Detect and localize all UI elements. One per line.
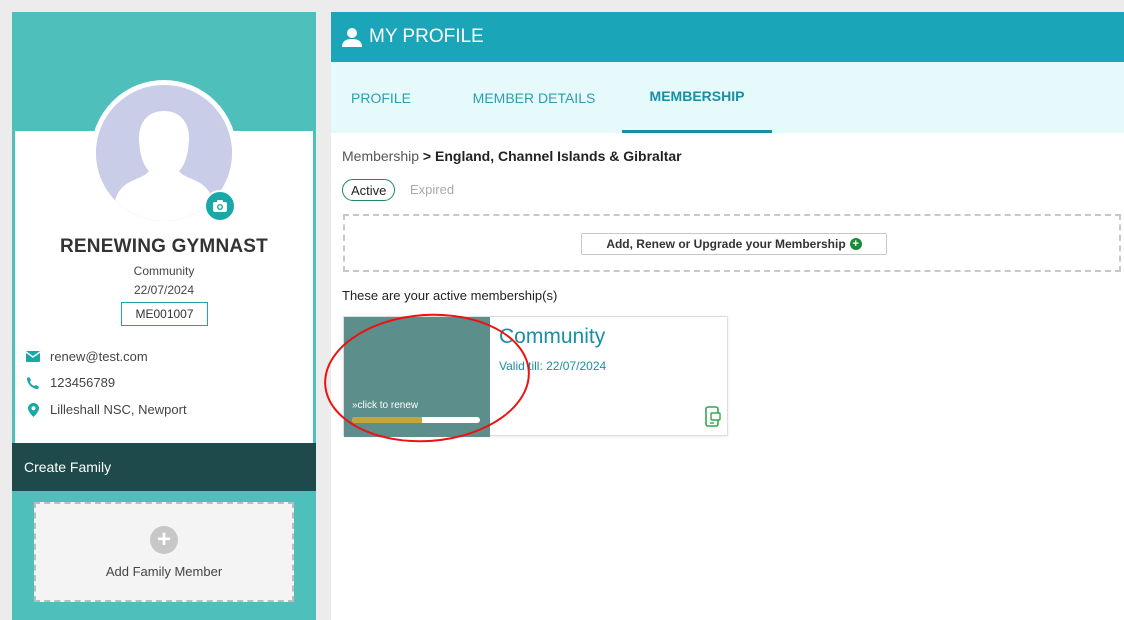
filter-expired[interactable]: Expired	[410, 182, 454, 197]
tab-bar: PROFILE MEMBER DETAILS MEMBERSHIP	[331, 62, 1124, 133]
camera-icon[interactable]	[204, 190, 236, 222]
active-memberships-text: These are your active membership(s)	[342, 288, 558, 303]
phone-icon	[26, 376, 40, 390]
tab-membership[interactable]: MEMBERSHIP	[622, 62, 772, 133]
membership-type: Community	[133, 264, 195, 278]
add-family-member-button[interactable]: + Add Family Member	[34, 502, 294, 602]
location-icon	[26, 402, 40, 417]
plus-circle-icon: +	[849, 238, 862, 250]
phone-text: 123456789	[50, 375, 116, 390]
breadcrumb: Membership > England, Channel Islands & …	[342, 148, 682, 164]
renew-button-label: Add, Renew or Upgrade your Membership	[606, 237, 846, 251]
member-name: RENEWING GYMNAST	[60, 236, 268, 257]
filter-active[interactable]: Active	[342, 179, 396, 201]
tab-profile[interactable]: PROFILE	[344, 62, 418, 133]
sidebar: RENEWING GYMNAST Community 22/07/2024 ME…	[12, 12, 316, 620]
phone-row: 123456789	[26, 375, 115, 390]
breadcrumb-current: England, Channel Islands & Gibraltar	[435, 148, 682, 164]
email-row: renew@test.com	[26, 349, 148, 364]
renew-progress-fill	[352, 417, 423, 423]
page: RENEWING GYMNAST Community 22/07/2024 ME…	[0, 0, 1124, 620]
membership-date: 22/07/2024	[133, 283, 195, 297]
click-to-renew-text[interactable]: »click to renew	[352, 400, 418, 411]
profile-header: MY PROFILE	[331, 12, 1124, 62]
renew-panel[interactable]: »click to renew	[344, 317, 490, 437]
mobile-card-icon[interactable]	[705, 406, 721, 428]
breadcrumb-root[interactable]: Membership	[342, 148, 419, 164]
plus-icon: +	[150, 525, 178, 554]
user-icon	[341, 26, 363, 48]
add-renew-upgrade-button[interactable]: Add, Renew or Upgrade your Membership +	[581, 233, 887, 255]
membership-title: Community	[499, 325, 606, 348]
breadcrumb-separator: >	[422, 148, 432, 164]
page-title: MY PROFILE	[369, 26, 484, 47]
location-text: Lilleshall NSC, Newport	[50, 402, 187, 417]
membership-valid-till: Valid till: 22/07/2024	[499, 359, 607, 373]
renew-progress-bar	[352, 417, 480, 423]
email-icon	[26, 350, 40, 364]
main-panel: MY PROFILE PROFILE MEMBER DETAILS MEMBER…	[331, 12, 1124, 620]
email-text: renew@test.com	[50, 349, 148, 364]
tab-member-details[interactable]: MEMBER DETAILS	[454, 62, 614, 133]
add-family-member-label: Add Family Member	[105, 563, 223, 579]
member-id-badge: ME001007	[121, 302, 208, 326]
membership-card[interactable]: »click to renew Community Valid till: 22…	[343, 316, 728, 437]
renew-box: Add, Renew or Upgrade your Membership +	[343, 214, 1121, 272]
location-row: Lilleshall NSC, Newport	[26, 402, 187, 417]
create-family-header[interactable]: Create Family	[12, 443, 316, 491]
